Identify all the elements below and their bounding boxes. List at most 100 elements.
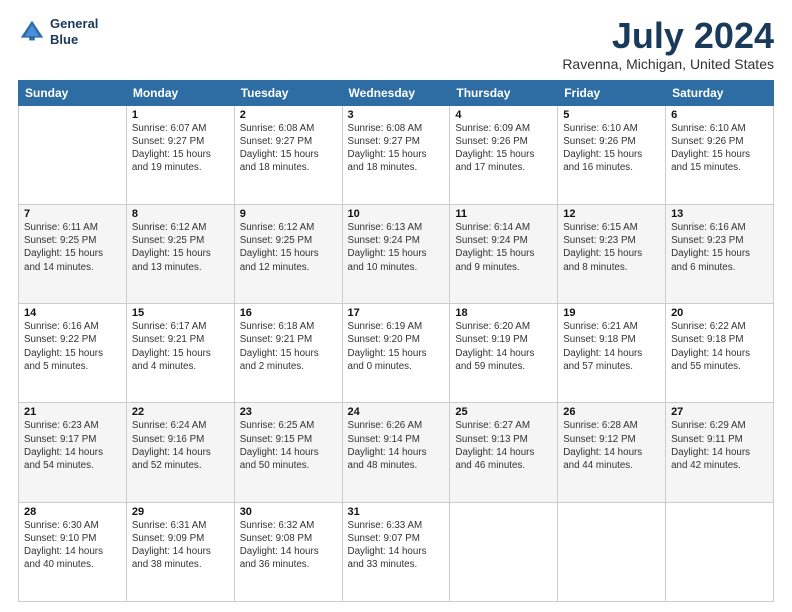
calendar-cell: 23Sunrise: 6:25 AM Sunset: 9:15 PM Dayli… xyxy=(234,403,342,502)
title-block: July 2024 Ravenna, Michigan, United Stat… xyxy=(562,16,774,72)
day-info: Sunrise: 6:29 AM Sunset: 9:11 PM Dayligh… xyxy=(671,419,768,472)
calendar-week-row: 14Sunrise: 6:16 AM Sunset: 9:22 PM Dayli… xyxy=(19,304,774,403)
day-info: Sunrise: 6:10 AM Sunset: 9:26 PM Dayligh… xyxy=(671,122,768,175)
day-number: 28 xyxy=(24,506,121,518)
day-number: 1 xyxy=(132,109,229,121)
day-number: 3 xyxy=(348,109,445,121)
day-number: 7 xyxy=(24,208,121,220)
day-info: Sunrise: 6:31 AM Sunset: 9:09 PM Dayligh… xyxy=(132,519,229,572)
day-number: 19 xyxy=(563,307,660,319)
calendar-day-header: Saturday xyxy=(666,80,774,105)
logo-line2: Blue xyxy=(50,32,98,48)
calendar-day-header: Thursday xyxy=(450,80,558,105)
day-info: Sunrise: 6:26 AM Sunset: 9:14 PM Dayligh… xyxy=(348,419,445,472)
calendar-cell xyxy=(558,502,666,601)
calendar-cell xyxy=(450,502,558,601)
subtitle: Ravenna, Michigan, United States xyxy=(562,56,774,72)
day-info: Sunrise: 6:12 AM Sunset: 9:25 PM Dayligh… xyxy=(132,221,229,274)
calendar-cell: 8Sunrise: 6:12 AM Sunset: 9:25 PM Daylig… xyxy=(126,204,234,303)
day-number: 5 xyxy=(563,109,660,121)
calendar-table: SundayMondayTuesdayWednesdayThursdayFrid… xyxy=(18,80,774,602)
calendar-cell: 6Sunrise: 6:10 AM Sunset: 9:26 PM Daylig… xyxy=(666,105,774,204)
logo-line1: General xyxy=(50,16,98,32)
day-info: Sunrise: 6:08 AM Sunset: 9:27 PM Dayligh… xyxy=(348,122,445,175)
logo-icon xyxy=(18,18,46,46)
day-number: 23 xyxy=(240,406,337,418)
calendar-cell: 13Sunrise: 6:16 AM Sunset: 9:23 PM Dayli… xyxy=(666,204,774,303)
day-number: 27 xyxy=(671,406,768,418)
day-info: Sunrise: 6:15 AM Sunset: 9:23 PM Dayligh… xyxy=(563,221,660,274)
logo-text: General Blue xyxy=(50,16,98,47)
day-info: Sunrise: 6:17 AM Sunset: 9:21 PM Dayligh… xyxy=(132,320,229,373)
calendar-day-header: Sunday xyxy=(19,80,127,105)
main-title: July 2024 xyxy=(562,16,774,56)
day-number: 24 xyxy=(348,406,445,418)
day-info: Sunrise: 6:24 AM Sunset: 9:16 PM Dayligh… xyxy=(132,419,229,472)
calendar-day-header: Wednesday xyxy=(342,80,450,105)
day-info: Sunrise: 6:16 AM Sunset: 9:22 PM Dayligh… xyxy=(24,320,121,373)
day-info: Sunrise: 6:25 AM Sunset: 9:15 PM Dayligh… xyxy=(240,419,337,472)
day-info: Sunrise: 6:22 AM Sunset: 9:18 PM Dayligh… xyxy=(671,320,768,373)
day-number: 30 xyxy=(240,506,337,518)
calendar-cell: 15Sunrise: 6:17 AM Sunset: 9:21 PM Dayli… xyxy=(126,304,234,403)
calendar-cell: 7Sunrise: 6:11 AM Sunset: 9:25 PM Daylig… xyxy=(19,204,127,303)
day-info: Sunrise: 6:18 AM Sunset: 9:21 PM Dayligh… xyxy=(240,320,337,373)
calendar-cell: 5Sunrise: 6:10 AM Sunset: 9:26 PM Daylig… xyxy=(558,105,666,204)
day-info: Sunrise: 6:33 AM Sunset: 9:07 PM Dayligh… xyxy=(348,519,445,572)
day-info: Sunrise: 6:21 AM Sunset: 9:18 PM Dayligh… xyxy=(563,320,660,373)
calendar-day-header: Friday xyxy=(558,80,666,105)
calendar-cell: 31Sunrise: 6:33 AM Sunset: 9:07 PM Dayli… xyxy=(342,502,450,601)
day-number: 16 xyxy=(240,307,337,319)
day-info: Sunrise: 6:27 AM Sunset: 9:13 PM Dayligh… xyxy=(455,419,552,472)
day-number: 6 xyxy=(671,109,768,121)
calendar-cell xyxy=(19,105,127,204)
day-number: 22 xyxy=(132,406,229,418)
day-number: 29 xyxy=(132,506,229,518)
day-number: 11 xyxy=(455,208,552,220)
calendar-cell: 20Sunrise: 6:22 AM Sunset: 9:18 PM Dayli… xyxy=(666,304,774,403)
calendar-week-row: 7Sunrise: 6:11 AM Sunset: 9:25 PM Daylig… xyxy=(19,204,774,303)
calendar-cell: 9Sunrise: 6:12 AM Sunset: 9:25 PM Daylig… xyxy=(234,204,342,303)
calendar-cell: 11Sunrise: 6:14 AM Sunset: 9:24 PM Dayli… xyxy=(450,204,558,303)
day-number: 13 xyxy=(671,208,768,220)
calendar-week-row: 1Sunrise: 6:07 AM Sunset: 9:27 PM Daylig… xyxy=(19,105,774,204)
calendar-week-row: 21Sunrise: 6:23 AM Sunset: 9:17 PM Dayli… xyxy=(19,403,774,502)
calendar-cell: 10Sunrise: 6:13 AM Sunset: 9:24 PM Dayli… xyxy=(342,204,450,303)
day-number: 17 xyxy=(348,307,445,319)
calendar-cell: 18Sunrise: 6:20 AM Sunset: 9:19 PM Dayli… xyxy=(450,304,558,403)
day-info: Sunrise: 6:23 AM Sunset: 9:17 PM Dayligh… xyxy=(24,419,121,472)
day-number: 20 xyxy=(671,307,768,319)
day-info: Sunrise: 6:28 AM Sunset: 9:12 PM Dayligh… xyxy=(563,419,660,472)
day-number: 10 xyxy=(348,208,445,220)
calendar-cell: 25Sunrise: 6:27 AM Sunset: 9:13 PM Dayli… xyxy=(450,403,558,502)
day-number: 2 xyxy=(240,109,337,121)
calendar-cell xyxy=(666,502,774,601)
day-number: 18 xyxy=(455,307,552,319)
calendar-cell: 24Sunrise: 6:26 AM Sunset: 9:14 PM Dayli… xyxy=(342,403,450,502)
calendar-cell: 17Sunrise: 6:19 AM Sunset: 9:20 PM Dayli… xyxy=(342,304,450,403)
day-number: 14 xyxy=(24,307,121,319)
calendar-cell: 19Sunrise: 6:21 AM Sunset: 9:18 PM Dayli… xyxy=(558,304,666,403)
calendar-cell: 12Sunrise: 6:15 AM Sunset: 9:23 PM Dayli… xyxy=(558,204,666,303)
calendar-cell: 29Sunrise: 6:31 AM Sunset: 9:09 PM Dayli… xyxy=(126,502,234,601)
day-number: 26 xyxy=(563,406,660,418)
day-number: 4 xyxy=(455,109,552,121)
day-number: 25 xyxy=(455,406,552,418)
day-number: 8 xyxy=(132,208,229,220)
day-info: Sunrise: 6:14 AM Sunset: 9:24 PM Dayligh… xyxy=(455,221,552,274)
day-info: Sunrise: 6:07 AM Sunset: 9:27 PM Dayligh… xyxy=(132,122,229,175)
calendar-cell: 27Sunrise: 6:29 AM Sunset: 9:11 PM Dayli… xyxy=(666,403,774,502)
calendar-cell: 21Sunrise: 6:23 AM Sunset: 9:17 PM Dayli… xyxy=(19,403,127,502)
calendar-cell: 22Sunrise: 6:24 AM Sunset: 9:16 PM Dayli… xyxy=(126,403,234,502)
calendar-cell: 1Sunrise: 6:07 AM Sunset: 9:27 PM Daylig… xyxy=(126,105,234,204)
day-info: Sunrise: 6:12 AM Sunset: 9:25 PM Dayligh… xyxy=(240,221,337,274)
calendar-cell: 28Sunrise: 6:30 AM Sunset: 9:10 PM Dayli… xyxy=(19,502,127,601)
calendar-day-header: Monday xyxy=(126,80,234,105)
calendar-week-row: 28Sunrise: 6:30 AM Sunset: 9:10 PM Dayli… xyxy=(19,502,774,601)
header: General Blue July 2024 Ravenna, Michigan… xyxy=(18,16,774,72)
day-number: 9 xyxy=(240,208,337,220)
day-number: 12 xyxy=(563,208,660,220)
calendar-cell: 30Sunrise: 6:32 AM Sunset: 9:08 PM Dayli… xyxy=(234,502,342,601)
logo: General Blue xyxy=(18,16,98,47)
calendar-cell: 4Sunrise: 6:09 AM Sunset: 9:26 PM Daylig… xyxy=(450,105,558,204)
